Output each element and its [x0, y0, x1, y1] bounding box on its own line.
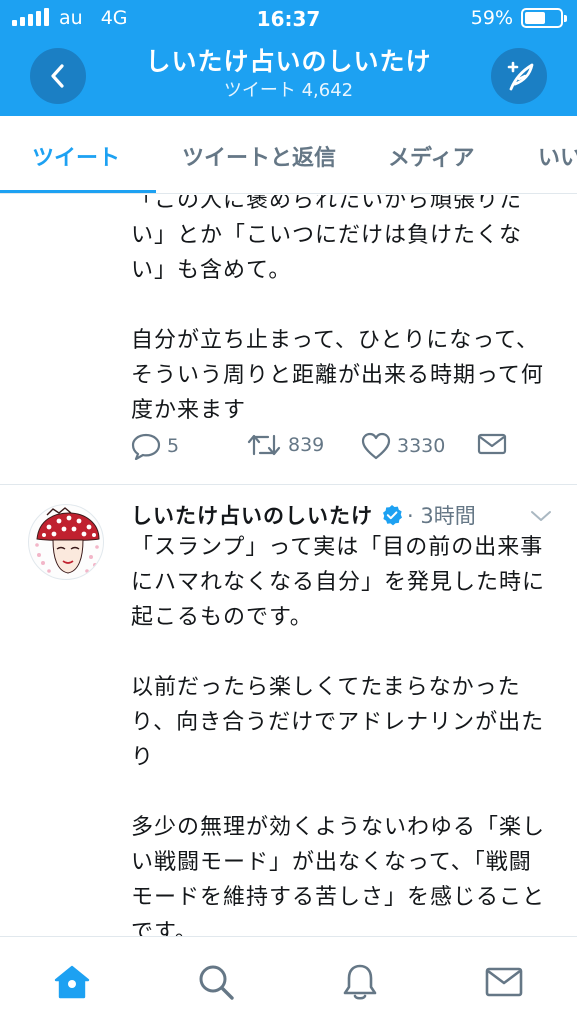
battery-level: [525, 12, 546, 24]
home-icon: [54, 965, 90, 999]
nav-messages[interactable]: [483, 961, 525, 1003]
battery-icon: [521, 8, 567, 28]
tweet-timestamp: · 3時間: [407, 504, 476, 528]
tweet-header: しいたけ占いのしいたけ · 3時間: [131, 500, 476, 530]
author-name[interactable]: しいたけ占いのしいたけ: [131, 500, 373, 530]
compose-button[interactable]: [491, 48, 547, 104]
battery-percent: 59%: [470, 7, 513, 29]
active-tab-indicator: [0, 190, 156, 193]
shiitake-avatar-image: [35, 507, 100, 574]
tweet-actions: 5 839 3330: [131, 432, 531, 462]
retweet-icon: [247, 434, 281, 456]
compose-icon: [507, 61, 534, 91]
dm-share-button[interactable]: [477, 432, 507, 456]
nav-search[interactable]: [195, 961, 237, 1003]
avatar[interactable]: [28, 504, 104, 580]
tab-tweets-and-replies[interactable]: ツイートと返信: [182, 140, 336, 172]
reply-button[interactable]: 5: [131, 432, 179, 460]
like-icon: [361, 432, 391, 460]
like-button[interactable]: 3330: [361, 432, 445, 460]
reply-icon: [131, 433, 161, 460]
tweet-text: 「この人に褒められたいから頑張りたい」とか「こいつにだけは負けたくない」も含めて…: [131, 195, 544, 423]
like-count: 3330: [397, 435, 446, 457]
status-bar: au 4G 16:37 59%: [0, 0, 577, 36]
search-icon: [199, 965, 234, 1000]
bottom-tab-bar: [0, 936, 577, 1024]
tweet-item[interactable]: しいたけ占いのしいたけ · 3時間 「スランプ」って実は「目の前の出来事にハマれ…: [0, 486, 577, 936]
status-right: 59%: [470, 7, 567, 29]
reply-count: 5: [167, 435, 180, 457]
verified-badge-icon: [381, 504, 403, 526]
tweet-item[interactable]: 「この人に褒められたいから頑張りたい」とか「こいつにだけは負けたくない」も含めて…: [0, 195, 577, 485]
notifications-icon: [343, 964, 377, 1000]
chevron-down-icon: [531, 511, 551, 521]
tab-media[interactable]: メディア: [388, 140, 474, 172]
profile-header: au 4G 16:37 59% しいたけ占いのしいたけ ツイート 4,642: [0, 0, 577, 116]
retweet-button[interactable]: 839: [246, 432, 324, 458]
dm-icon: [477, 433, 507, 455]
nav-notifications[interactable]: [339, 961, 381, 1003]
retweet-count: 839: [288, 434, 325, 456]
tab-likes[interactable]: いいね: [538, 140, 577, 172]
profile-tabs: ツイート ツイートと返信 メディア いいね: [0, 116, 577, 194]
nav-home[interactable]: [51, 961, 93, 1003]
tab-tweets[interactable]: ツイート: [32, 140, 120, 172]
tweet-menu-button[interactable]: [529, 508, 553, 527]
messages-icon: [485, 967, 523, 997]
tweet-text: 「スランプ」って実は「目の前の出来事にハマれなくなる自分」を発見した時に起こるも…: [131, 535, 546, 936]
